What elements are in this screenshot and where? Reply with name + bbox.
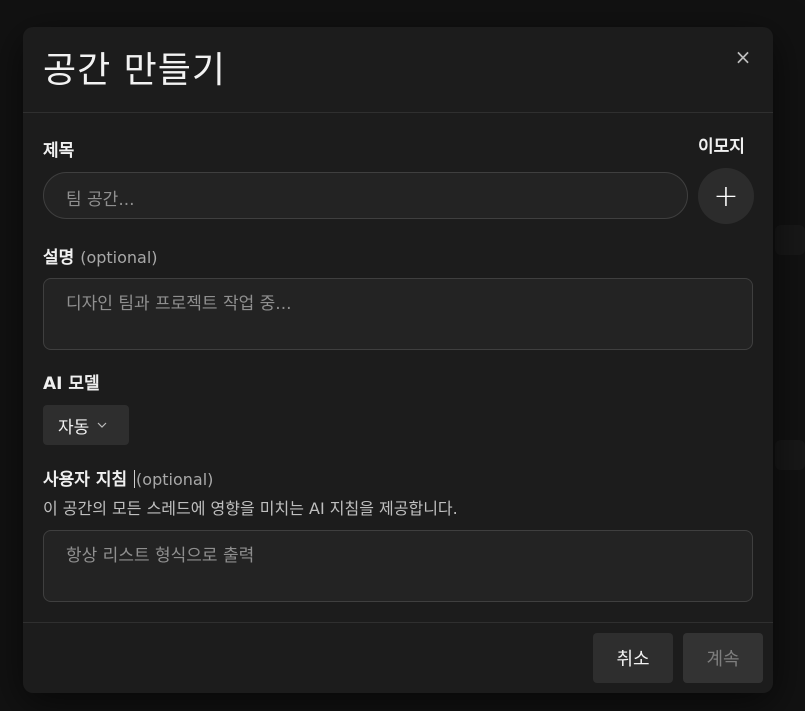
instructions-input[interactable]: 항상 리스트 형식으로 출력 xyxy=(43,530,753,602)
model-label: AI 모델 xyxy=(43,374,100,394)
emoji-label: 이모지 xyxy=(698,137,745,157)
plus-icon: + xyxy=(713,178,739,214)
model-select[interactable]: 자동 xyxy=(43,405,129,445)
continue-button[interactable]: 계속 xyxy=(683,633,763,683)
description-label-text: 설명 xyxy=(43,248,75,268)
modal-title: 공간 만들기 xyxy=(43,50,227,91)
title-input[interactable]: 팀 공간... xyxy=(43,172,688,219)
chevron-down-icon xyxy=(97,422,107,428)
title-placeholder: 팀 공간... xyxy=(66,190,135,210)
cancel-button[interactable]: 취소 xyxy=(593,633,673,683)
instructions-label: 사용자 지침 (optional) xyxy=(43,465,213,490)
create-space-modal: 공간 만들기 × 제목 이모지 팀 공간... + 설명 (optional) … xyxy=(23,27,773,693)
instructions-label-text: 사용자 지침 xyxy=(43,470,128,490)
add-emoji-button[interactable]: + xyxy=(698,168,754,224)
background-element xyxy=(775,225,805,255)
background-element xyxy=(775,440,805,470)
model-value: 자동 xyxy=(58,417,90,438)
title-label: 제목 xyxy=(43,141,75,161)
description-input[interactable]: 디자인 팀과 프로젝트 작업 중... xyxy=(43,278,753,350)
modal-footer: 취소 계속 xyxy=(23,622,773,693)
instructions-placeholder: 항상 리스트 형식으로 출력 xyxy=(66,546,255,566)
description-label: 설명 (optional) xyxy=(43,243,158,268)
close-icon[interactable]: × xyxy=(731,45,755,69)
instructions-helper-text: 이 공간의 모든 스레드에 영향을 미치는 AI 지침을 제공합니다. xyxy=(43,499,458,518)
description-placeholder: 디자인 팀과 프로젝트 작업 중... xyxy=(66,294,292,314)
modal-header: 공간 만들기 × xyxy=(23,27,773,113)
description-optional: (optional) xyxy=(80,248,158,267)
text-cursor xyxy=(134,470,136,488)
instructions-optional: (optional) xyxy=(136,470,214,489)
